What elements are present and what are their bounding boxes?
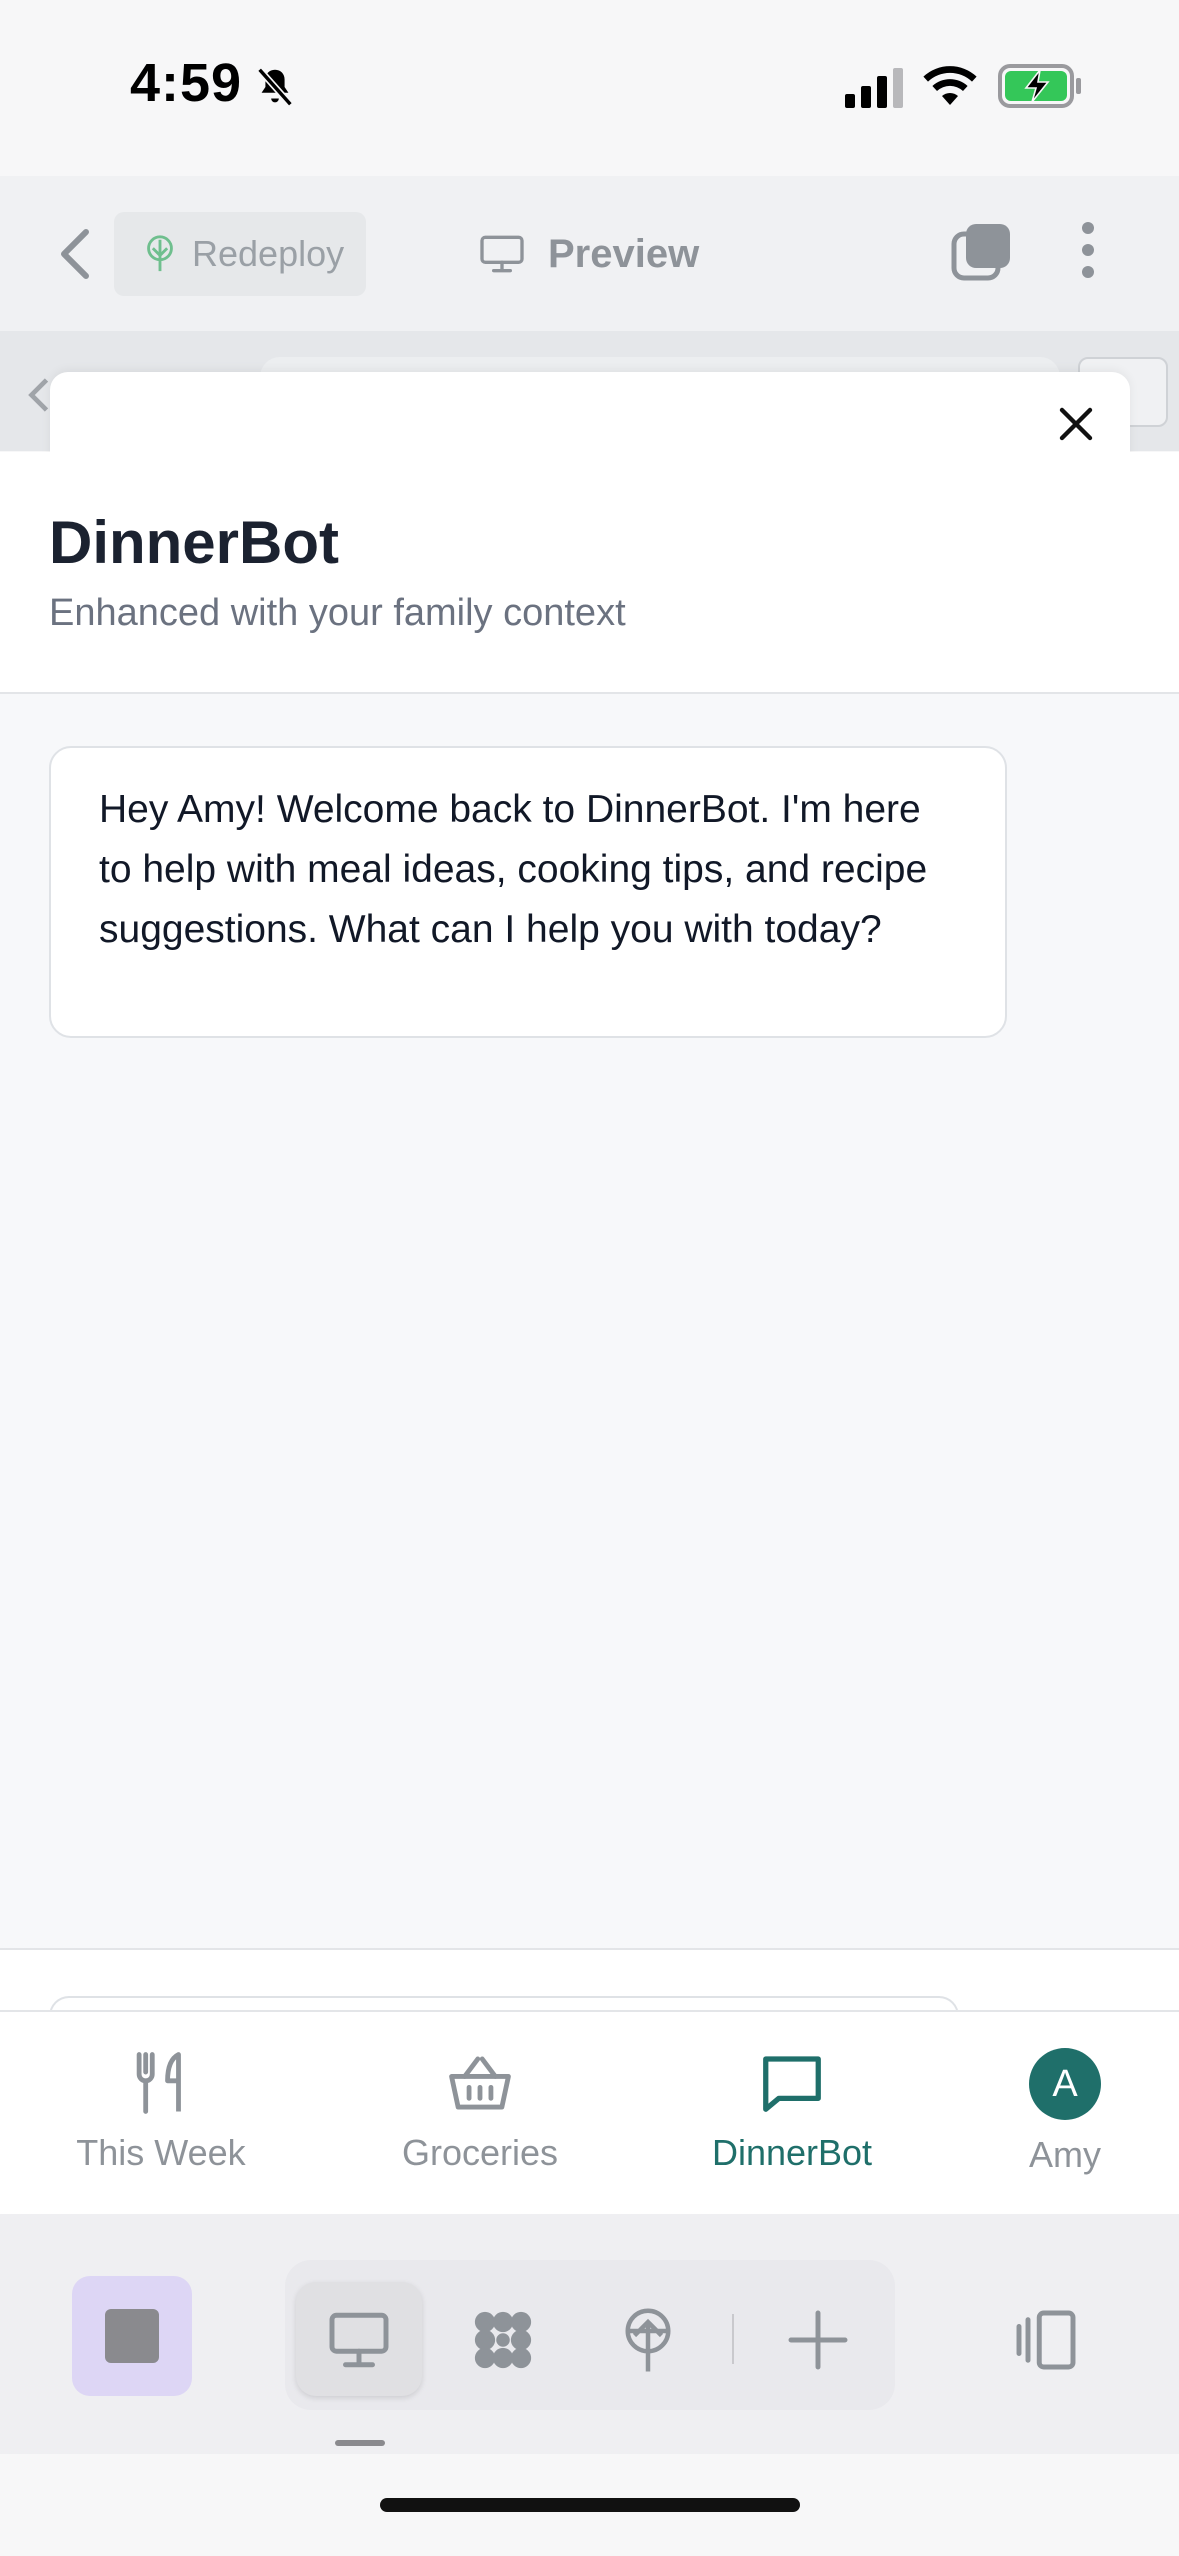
tab-groceries[interactable]: Groceries bbox=[380, 2012, 580, 2216]
tab-profile[interactable]: A Amy bbox=[1000, 2012, 1130, 2216]
close-icon[interactable] bbox=[1056, 404, 1096, 444]
avatar: A bbox=[1029, 2048, 1101, 2120]
preview-label: Preview bbox=[548, 231, 700, 276]
tab-dinnerbot[interactable]: DinnerBot bbox=[692, 2012, 892, 2216]
chat-messages[interactable]: Hey Amy! Welcome back to DinnerBot. I'm … bbox=[0, 694, 1179, 1948]
battery-charging-icon bbox=[998, 64, 1081, 108]
fork-knife-icon bbox=[136, 2052, 181, 2114]
page-subtitle: Enhanced with your family context bbox=[49, 592, 626, 634]
back-chevron-icon[interactable] bbox=[56, 226, 96, 282]
home-area bbox=[0, 2454, 1179, 2556]
bell-slash-icon bbox=[257, 67, 293, 107]
plus-icon[interactable] bbox=[782, 2304, 854, 2376]
deploy-tree-icon bbox=[147, 235, 173, 272]
tab-this-week[interactable]: This Week bbox=[60, 2012, 262, 2216]
redeploy-label: Redeploy bbox=[192, 233, 345, 274]
app-tab-bar: This Week Groceries DinnerBot A Amy bbox=[0, 2010, 1179, 2214]
tabs-icon[interactable] bbox=[950, 220, 1014, 284]
signal-icon bbox=[845, 68, 903, 108]
preview-button[interactable]: Preview bbox=[478, 216, 699, 292]
desktop-icon[interactable] bbox=[323, 2304, 395, 2376]
status-bar: 4:59 bbox=[0, 0, 1179, 176]
redeploy-button[interactable]: Redeploy bbox=[114, 212, 366, 296]
browser-toolbar: Redeploy Preview bbox=[0, 176, 1179, 331]
tab-label: Groceries bbox=[401, 2132, 559, 2173]
chat-bubble-icon bbox=[763, 2056, 821, 2112]
chat-header: DinnerBot Enhanced with your family cont… bbox=[0, 452, 1179, 694]
tab-label: DinnerBot bbox=[711, 2132, 873, 2173]
assistant-message: Hey Amy! Welcome back to DinnerBot. I'm … bbox=[49, 746, 1007, 1038]
wifi-icon bbox=[923, 66, 977, 105]
chat-input-area bbox=[0, 1948, 1179, 2026]
basket-icon bbox=[449, 2056, 511, 2110]
status-time: 4:59 bbox=[130, 53, 243, 113]
home-indicator[interactable] bbox=[380, 2498, 800, 2512]
deploy-icon[interactable] bbox=[612, 2304, 684, 2376]
monitor-icon bbox=[480, 235, 524, 273]
drag-handle[interactable] bbox=[335, 2440, 385, 2446]
tab-label: Amy bbox=[1029, 2134, 1101, 2175]
editor-toolbar bbox=[0, 2214, 1179, 2454]
grid-dots-icon[interactable] bbox=[467, 2304, 539, 2376]
more-vertical-icon[interactable] bbox=[1078, 220, 1098, 280]
stop-button[interactable] bbox=[72, 2276, 192, 2396]
side-panel-icon[interactable] bbox=[1010, 2304, 1082, 2376]
page-title: DinnerBot bbox=[49, 509, 339, 576]
tab-label: This Week bbox=[76, 2132, 246, 2173]
stop-icon bbox=[105, 2309, 159, 2363]
divider bbox=[732, 2314, 734, 2364]
